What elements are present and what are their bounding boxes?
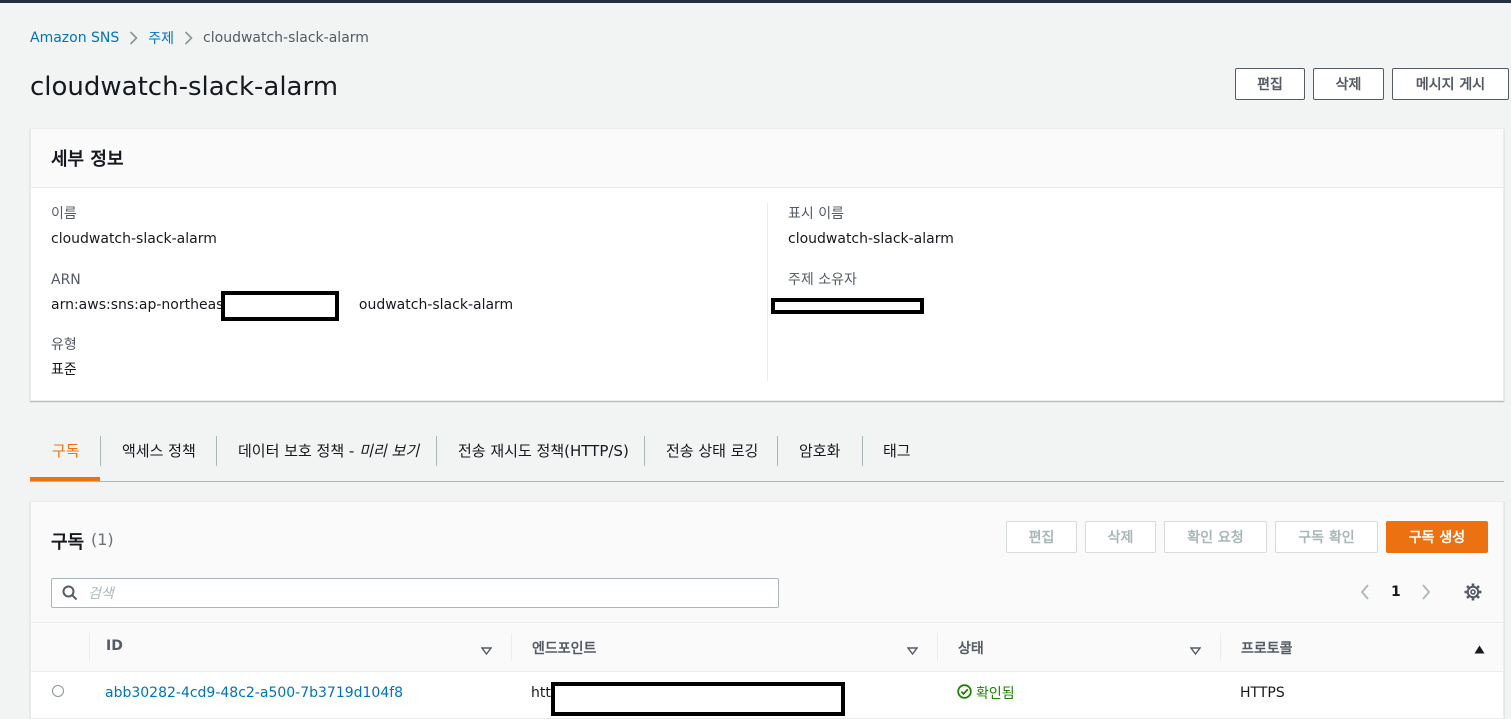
tab-access-policy[interactable]: 액세스 정책 xyxy=(122,420,196,480)
owner-field: 주제 소유자 xyxy=(788,271,857,289)
name-value: cloudwatch-slack-alarm xyxy=(51,231,217,247)
tab-delivery-retry-policy[interactable]: 전송 재시도 정책(HTTP/S) xyxy=(458,420,629,480)
sort-up-icon[interactable] xyxy=(1474,642,1485,658)
tab-divider xyxy=(862,436,863,466)
breadcrumb-current: cloudwatch-slack-alarm xyxy=(203,30,369,46)
column-header-endpoint[interactable]: 엔드포인트 xyxy=(532,638,596,658)
column-divider xyxy=(89,633,90,661)
endpoint-value: htt xyxy=(531,685,551,701)
tab-delivery-status-logging[interactable]: 전송 상태 로깅 xyxy=(666,420,758,480)
delete-subscription-button[interactable]: 삭제 xyxy=(1085,521,1156,553)
edit-topic-button[interactable]: 편집 xyxy=(1235,68,1305,100)
column-divider xyxy=(767,203,768,381)
subscription-id-link[interactable]: abb30282-4cd9-48c2-a500-7b3719d104f8 xyxy=(105,685,403,701)
search-icon xyxy=(62,585,78,605)
details-panel: 세부 정보 이름 cloudwatch-slack-alarm ARN arn:… xyxy=(30,128,1504,401)
gear-icon[interactable] xyxy=(1464,583,1482,605)
edit-subscription-button[interactable]: 편집 xyxy=(1006,521,1077,553)
details-header: 세부 정보 xyxy=(31,129,1503,188)
column-divider xyxy=(511,633,512,661)
display-name-label: 표시 이름 xyxy=(788,206,844,222)
delete-topic-button[interactable]: 삭제 xyxy=(1313,68,1384,100)
tab-data-protection-label: 데이터 보호 정책 - xyxy=(238,441,360,460)
tab-divider xyxy=(100,436,101,466)
tab-divider xyxy=(436,436,437,466)
status-text: 확인됨 xyxy=(976,686,1015,702)
name-label: 이름 xyxy=(51,206,77,222)
subscriptions-header: 구독 (1) 편집 삭제 확인 요청 구독 확인 구독 생성 1 xyxy=(31,502,1503,622)
type-field: 유형 표준 xyxy=(51,336,77,379)
protocol-value: HTTPS xyxy=(1240,685,1285,701)
tab-encryption[interactable]: 암호화 xyxy=(799,420,840,480)
chevron-right-icon xyxy=(184,31,193,45)
search-input[interactable] xyxy=(86,582,770,606)
tab-tags[interactable]: 태그 xyxy=(883,420,911,480)
top-bar xyxy=(0,0,1511,3)
publish-message-button[interactable]: 메시지 게시 xyxy=(1392,68,1509,100)
tab-divider xyxy=(777,436,778,466)
breadcrumb-sns-link[interactable]: Amazon SNS xyxy=(30,30,119,46)
sort-down-icon[interactable] xyxy=(906,643,919,659)
display-name-value: cloudwatch-slack-alarm xyxy=(788,231,954,247)
chevron-right-icon xyxy=(129,31,138,45)
details-title: 세부 정보 xyxy=(51,149,124,170)
sort-down-icon[interactable] xyxy=(1189,643,1202,659)
chevron-left-icon[interactable] xyxy=(1360,584,1370,604)
table-header: ID 엔드포인트 상태 프로토콜 xyxy=(31,622,1503,672)
tab-bar: 구독 액세스 정책 데이터 보호 정책 - 미리 보기 전송 재시도 정책(HT… xyxy=(30,420,1504,482)
column-divider xyxy=(1220,633,1221,661)
check-circle-icon xyxy=(957,683,976,703)
tab-divider xyxy=(644,436,645,466)
sort-down-icon[interactable] xyxy=(480,643,493,659)
redaction-box xyxy=(221,291,339,321)
tab-preview-label: 미리 보기 xyxy=(359,441,420,460)
subscriptions-title: 구독 xyxy=(51,532,85,553)
type-label: 유형 xyxy=(51,337,77,353)
display-name-field: 표시 이름 cloudwatch-slack-alarm xyxy=(788,205,954,248)
status-badge: 확인됨 xyxy=(957,683,1015,703)
page-title: cloudwatch-slack-alarm xyxy=(30,72,339,102)
tab-subscriptions[interactable]: 구독 xyxy=(52,420,80,480)
confirm-subscription-button[interactable]: 구독 확인 xyxy=(1275,521,1378,553)
search-box[interactable] xyxy=(51,578,779,608)
column-header-protocol[interactable]: 프로토콜 xyxy=(1241,638,1293,658)
redaction-box xyxy=(551,682,845,716)
owner-label: 주제 소유자 xyxy=(788,272,857,288)
type-value: 표준 xyxy=(51,362,77,378)
column-header-id[interactable]: ID xyxy=(106,638,123,654)
column-divider xyxy=(937,633,938,661)
arn-prefix: arn:aws:sns:ap-northeast-2 xyxy=(51,297,243,313)
breadcrumb-topics-link[interactable]: 주제 xyxy=(148,28,174,48)
column-header-status[interactable]: 상태 xyxy=(958,638,984,658)
breadcrumb: Amazon SNS 주제 cloudwatch-slack-alarm xyxy=(30,29,369,47)
request-confirmation-button[interactable]: 확인 요청 xyxy=(1164,521,1267,553)
create-subscription-button[interactable]: 구독 생성 xyxy=(1386,521,1488,553)
tab-divider xyxy=(216,436,217,466)
subscriptions-count: (1) xyxy=(91,530,114,549)
redaction-box xyxy=(771,298,924,314)
name-field: 이름 cloudwatch-slack-alarm xyxy=(51,205,217,248)
active-tab-indicator xyxy=(30,477,100,481)
tab-data-protection-policy[interactable]: 데이터 보호 정책 - 미리 보기 xyxy=(238,420,419,480)
arn-suffix: oudwatch-slack-alarm xyxy=(358,297,514,313)
arn-label: ARN xyxy=(51,272,81,288)
page-number[interactable]: 1 xyxy=(1391,584,1401,600)
row-select-radio[interactable] xyxy=(52,685,64,697)
chevron-right-icon[interactable] xyxy=(1421,584,1431,604)
